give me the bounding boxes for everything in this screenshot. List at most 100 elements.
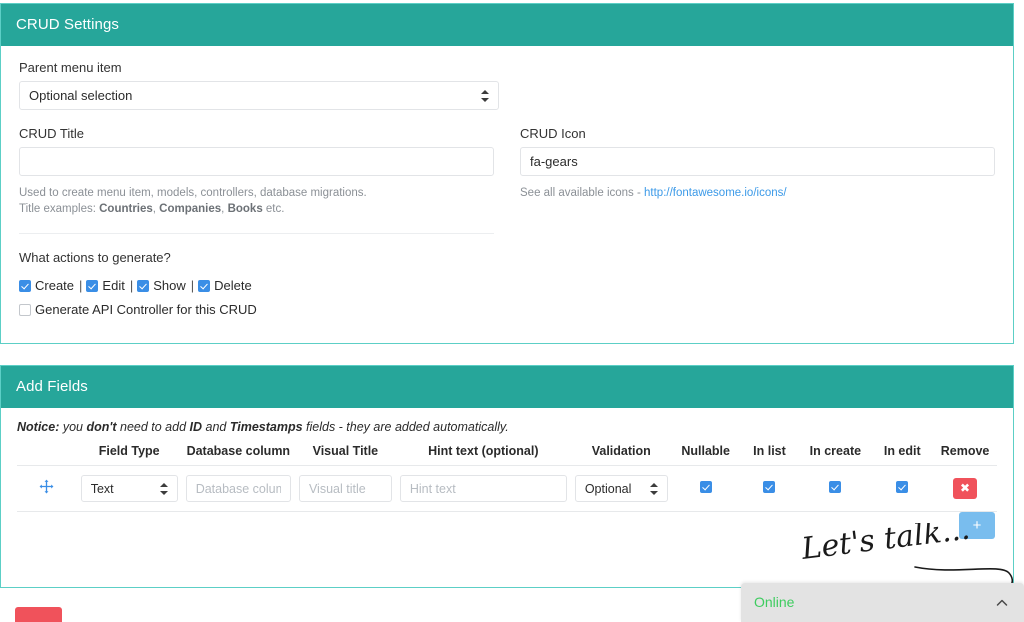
submit-button[interactable] xyxy=(15,607,62,622)
delete-checkbox[interactable] xyxy=(198,280,211,292)
col-remove: Remove xyxy=(933,444,997,466)
edit-label: Edit xyxy=(102,278,125,293)
notice-text-4: fields - they are added automatically. xyxy=(302,420,509,434)
nullable-checkbox[interactable] xyxy=(699,480,712,493)
validation-select-wrap: Optional xyxy=(574,475,668,502)
in-edit-checkbox[interactable] xyxy=(896,480,909,493)
crud-icon-help-prefix: See all available icons - xyxy=(520,187,645,199)
separator-2: | xyxy=(129,278,134,293)
cell-in-edit xyxy=(871,465,934,512)
chat-widget-bar[interactable]: Online xyxy=(741,583,1024,622)
cell-drag xyxy=(17,465,77,512)
cell-visual-title xyxy=(294,465,396,512)
add-fields-notice: Notice: you don't need to add ID and Tim… xyxy=(17,420,997,434)
col-in-create: In create xyxy=(799,444,872,466)
table-row: Text Database column Visual title Hint t… xyxy=(17,465,997,512)
hint-text-input[interactable] xyxy=(399,475,567,502)
col-hint-text: Hint text (optional) xyxy=(395,444,571,466)
crud-title-example-0: Countries xyxy=(99,203,153,215)
separator-3: | xyxy=(190,278,195,293)
crud-title-help: Used to create menu item, models, contro… xyxy=(19,185,494,217)
actions-group: What actions to generate? Create | Edit … xyxy=(19,250,499,321)
cell-nullable xyxy=(671,465,740,512)
cell-in-create xyxy=(799,465,872,512)
title-icon-row: CRUD Title Used to create menu item, mod… xyxy=(19,126,995,234)
crud-title-help-line1: Used to create menu item, models, contro… xyxy=(19,187,367,199)
notice-bold-1: don't xyxy=(86,420,117,434)
chat-status-label: Online xyxy=(754,594,795,610)
cell-remove: ✖ xyxy=(933,465,997,512)
in-list-checkbox[interactable] xyxy=(763,480,776,493)
crud-title-input[interactable] xyxy=(19,147,494,176)
add-fields-header: Add Fields xyxy=(1,366,1013,408)
col-database-column: Database column xyxy=(181,444,295,466)
page-root: CRUD Settings Parent menu item Optional … xyxy=(0,0,1024,622)
api-controller-row: Generate API Controller for this CRUD xyxy=(19,299,499,321)
cell-database-column xyxy=(181,465,295,512)
col-drag xyxy=(17,444,77,466)
checkbox-item-create[interactable]: Create xyxy=(19,275,74,297)
field-type-select[interactable]: Text xyxy=(80,475,178,502)
cell-in-list xyxy=(739,465,800,512)
fields-table-head: Field Type Database column Visual Title … xyxy=(17,444,997,466)
api-controller-checkbox[interactable] xyxy=(19,304,31,316)
crud-icon-label: CRUD Icon xyxy=(520,126,586,141)
add-fields-body: Notice: you don't need to add ID and Tim… xyxy=(1,408,1013,512)
crud-settings-panel: CRUD Settings Parent menu item Optional … xyxy=(0,3,1014,344)
crud-icon-help: See all available icons - http://fontawe… xyxy=(520,185,995,201)
cell-validation: Optional xyxy=(570,465,672,512)
actions-question: What actions to generate? xyxy=(19,250,171,265)
cell-hint-text xyxy=(395,465,571,512)
create-checkbox[interactable] xyxy=(19,280,31,292)
api-controller-label: Generate API Controller for this CRUD xyxy=(35,302,257,317)
checkbox-item-delete[interactable]: Delete xyxy=(198,275,252,297)
validation-select[interactable]: Optional xyxy=(574,475,668,502)
add-fields-panel: Add Fields Notice: you don't need to add… xyxy=(0,365,1014,588)
move-icon[interactable] xyxy=(39,479,54,497)
col-in-list: In list xyxy=(739,444,800,466)
crud-title-help-suffix: etc. xyxy=(262,203,285,215)
crud-settings-body: Parent menu item Optional selection CRUD… xyxy=(1,46,1013,331)
col-visual-title: Visual Title xyxy=(294,444,396,466)
crud-title-example-2: Books xyxy=(227,203,263,215)
fontawesome-link[interactable]: http://fontawesome.io/icons/ xyxy=(644,187,787,199)
create-label: Create xyxy=(35,278,75,293)
notice-text-3: and xyxy=(202,420,230,434)
in-create-checkbox[interactable] xyxy=(829,480,842,493)
crud-title-help-prefix: Title examples: xyxy=(19,203,100,215)
crud-title-label: CRUD Title xyxy=(19,126,85,141)
fields-table-body: Text Database column Visual title Hint t… xyxy=(17,465,997,512)
delete-label: Delete xyxy=(214,278,252,293)
parent-menu-select[interactable]: Optional selection xyxy=(19,81,499,110)
crud-icon-input[interactable] xyxy=(520,147,995,176)
chevron-up-icon[interactable] xyxy=(996,596,1008,608)
remove-field-button[interactable]: ✖ xyxy=(953,478,978,499)
left-column-separator xyxy=(19,233,494,234)
col-field-type: Field Type xyxy=(76,444,182,466)
crud-icon-group: CRUD Icon See all available icons - http… xyxy=(520,126,995,234)
show-checkbox[interactable] xyxy=(137,280,150,292)
field-type-select-wrap: Text xyxy=(80,475,178,502)
add-fields-title: Add Fields xyxy=(16,378,88,395)
checkbox-item-api-controller[interactable]: Generate API Controller for this CRUD xyxy=(19,299,257,321)
col-validation: Validation xyxy=(570,444,672,466)
notice-prefix: Notice: xyxy=(17,420,60,434)
crud-settings-title: CRUD Settings xyxy=(16,16,119,33)
col-in-edit: In edit xyxy=(871,444,934,466)
visual-title-input[interactable] xyxy=(298,475,392,502)
add-field-button[interactable]: + xyxy=(959,512,995,539)
edit-checkbox[interactable] xyxy=(86,280,99,292)
database-column-input[interactable] xyxy=(185,475,291,502)
crud-title-example-1: Companies xyxy=(159,203,222,215)
notice-text-1: you xyxy=(59,420,87,434)
notice-bold-3: Timestamps xyxy=(229,420,303,434)
checkbox-item-edit[interactable]: Edit xyxy=(86,275,125,297)
checkbox-item-show[interactable]: Show xyxy=(137,275,186,297)
separator-1: | xyxy=(79,278,83,293)
notice-bold-2: ID xyxy=(189,420,203,434)
parent-menu-select-wrap: Optional selection xyxy=(19,81,499,110)
fields-header-row: Field Type Database column Visual Title … xyxy=(17,444,997,466)
actions-checkbox-row: Create | Edit | Show | Delete xyxy=(19,275,499,297)
fields-table: Field Type Database column Visual Title … xyxy=(17,444,997,512)
col-nullable: Nullable xyxy=(671,444,740,466)
